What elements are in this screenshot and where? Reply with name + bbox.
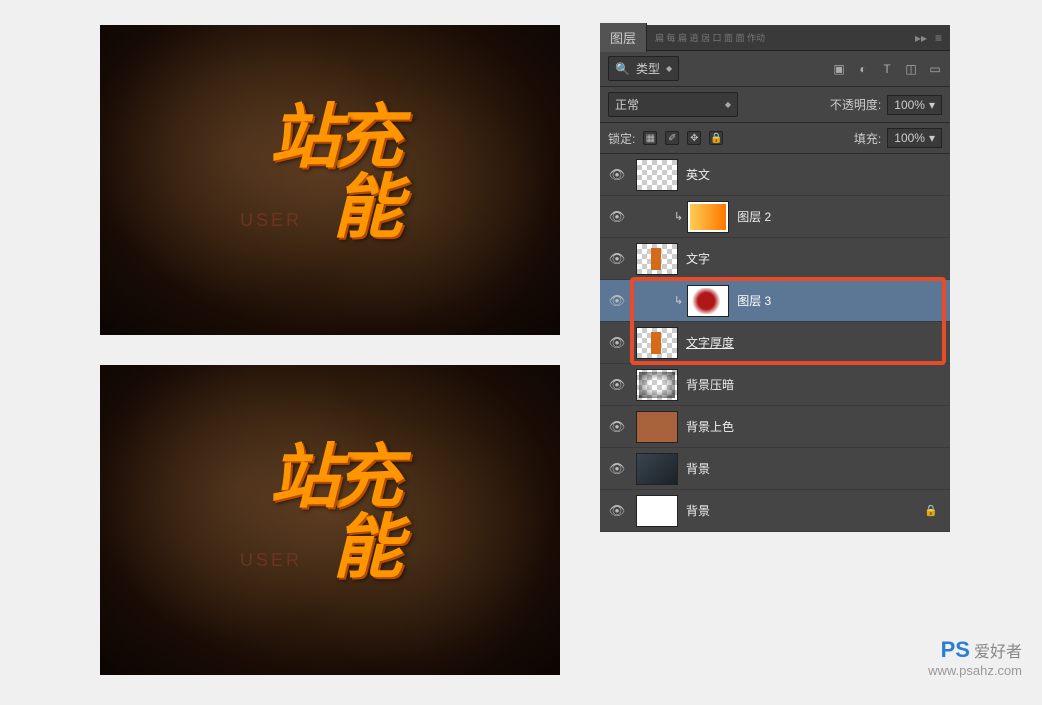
layer-name-label[interactable]: 文字 [686,250,944,267]
layer-row[interactable]: 👁 背景 🔒 [600,490,950,532]
layer-thumbnail[interactable] [687,201,729,233]
layer-name-label[interactable]: 英文 [686,166,944,183]
chevron-down-icon: ▾ [929,98,935,112]
layer-name-label[interactable]: 背景 [686,502,916,519]
user-watermark: USER [240,210,302,231]
sibling-tabs[interactable]: 扁 每 扁 逍 扂 口 面 面 作动 [647,31,765,44]
layer-thumbnail[interactable] [687,285,729,317]
filter-shape-icon[interactable]: ◫ [904,62,918,76]
layer-row[interactable]: 👁 背景 [600,448,950,490]
layer-thumbnail[interactable] [636,411,678,443]
canvas-previews: 充能站 USER 充能站 USER [100,25,560,705]
watermark-ps: PS [941,637,970,662]
lock-icon: 🔒 [924,504,938,517]
layer-row[interactable]: 👁 文字 [600,238,950,280]
layer-row[interactable]: 👁 ↳ 图层 3 [600,280,950,322]
layers-panel: 图层 扁 每 扁 逍 扂 口 面 面 作动 ▸▸ ≡ 🔍 类型 ◆ ▣ ◐ T … [600,25,950,532]
layer-name-label[interactable]: 文字厚度 [686,334,944,351]
filter-image-icon[interactable]: ▣ [832,62,846,76]
visibility-eye-icon[interactable]: 👁 [606,293,628,309]
fill-value-box[interactable]: 100% ▾ [887,128,942,148]
watermark-url: www.psahz.com [928,663,1022,678]
visibility-eye-icon[interactable]: 👁 [606,251,628,267]
visibility-eye-icon[interactable]: 👁 [606,419,628,435]
layer-thumbnail[interactable] [636,369,678,401]
layer-row[interactable]: 👁 背景压暗 [600,364,950,406]
filter-smart-icon[interactable]: ▭ [928,62,942,76]
collapse-icon[interactable]: ▸▸ [915,31,927,45]
visibility-eye-icon[interactable]: 👁 [606,377,628,393]
opacity-value-box[interactable]: 100% ▾ [887,95,942,115]
opacity-control: 不透明度: 100% ▾ [830,95,942,115]
search-icon: 🔍 [615,62,630,76]
chevron-down-icon: ◆ [725,100,731,109]
fill-value: 100% [894,131,925,145]
lock-row: 锁定: ▦ ✐ ✥ 🔒 填充: 100% ▾ [600,123,950,154]
watermark-logo: PS爱好者 [928,637,1022,663]
calligraphy-text: 充能站 [267,439,393,594]
visibility-eye-icon[interactable]: 👁 [606,503,628,519]
blend-row: 正常 ◆ 不透明度: 100% ▾ [600,87,950,123]
layer-row[interactable]: 👁 英文 [600,154,950,196]
fill-label: 填充: [854,130,881,147]
filter-text-icon[interactable]: T [880,62,894,76]
layer-name-label[interactable]: 图层 3 [737,292,944,309]
lock-move-icon[interactable]: ✥ [687,131,701,145]
panel-menu-icon[interactable]: ≡ [935,31,942,45]
layer-thumbnail[interactable] [636,159,678,191]
layer-row[interactable]: 👁 背景上色 [600,406,950,448]
layer-row[interactable]: 👁 ↳ 图层 2 [600,196,950,238]
filter-icon-strip: ▣ ◐ T ◫ ▭ [832,62,942,76]
layer-name-label[interactable]: 背景压暗 [686,376,944,393]
layer-thumbnail[interactable] [636,327,678,359]
filter-adjust-icon[interactable]: ◐ [856,62,870,76]
layer-row[interactable]: 👁 文字厚度 [600,322,950,364]
blend-mode-dropdown[interactable]: 正常 ◆ [608,92,738,117]
tab-layers[interactable]: 图层 [600,23,647,52]
visibility-eye-icon[interactable]: 👁 [606,167,628,183]
lock-brush-icon[interactable]: ✐ [665,131,679,145]
filter-type-dropdown[interactable]: 🔍 类型 ◆ [608,56,679,81]
visibility-eye-icon[interactable]: 👁 [606,461,628,477]
clip-mask-icon: ↳ [674,294,683,307]
calligraphy-text: 充能站 [267,99,393,254]
layer-name-label[interactable]: 背景上色 [686,418,944,435]
opacity-value: 100% [894,98,925,112]
layer-name-label[interactable]: 图层 2 [737,208,944,225]
chevron-down-icon: ▾ [929,131,935,145]
opacity-label: 不透明度: [830,96,881,113]
lock-all-icon[interactable]: 🔒 [709,131,723,145]
blend-mode-value: 正常 [615,96,639,113]
panel-tabs: 图层 扁 每 扁 逍 扂 口 面 面 作动 ▸▸ ≡ [600,25,950,51]
preview-top: 充能站 USER [100,25,560,335]
filter-label: 类型 [636,60,660,77]
chevron-down-icon: ◆ [666,64,672,73]
layers-list: 👁 英文 👁 ↳ 图层 2 👁 文字 👁 ↳ 图层 3 👁 文字厚度 👁 背景压暗 👁 背景上色 👁 背景 👁 背景 🔒 [600,154,950,532]
lock-label: 锁定: [608,130,635,147]
fill-control: 填充: 100% ▾ [854,128,942,148]
layer-thumbnail[interactable] [636,243,678,275]
site-watermark: PS爱好者 www.psahz.com [928,637,1022,678]
filter-row: 🔍 类型 ◆ ▣ ◐ T ◫ ▭ [600,51,950,87]
watermark-cn: 爱好者 [974,644,1022,661]
visibility-eye-icon[interactable]: 👁 [606,335,628,351]
visibility-eye-icon[interactable]: 👁 [606,209,628,225]
layer-thumbnail[interactable] [636,453,678,485]
preview-bottom: 充能站 USER [100,365,560,675]
layer-name-label[interactable]: 背景 [686,460,944,477]
lock-pixels-icon[interactable]: ▦ [643,131,657,145]
layer-thumbnail[interactable] [636,495,678,527]
user-watermark: USER [240,550,302,571]
clip-mask-icon: ↳ [674,210,683,223]
